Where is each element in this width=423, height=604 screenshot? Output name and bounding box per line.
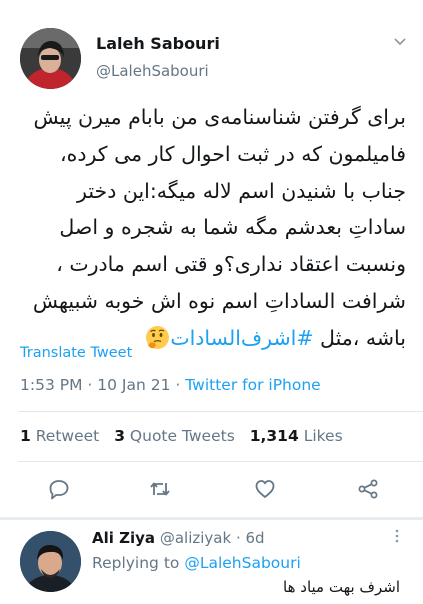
divider (18, 461, 423, 462)
meta-separator: · (175, 376, 186, 394)
tweet-meta: 1:53 PM · 10 Jan 21 · Twitter for iPhone (20, 376, 321, 394)
reply-icon[interactable] (48, 478, 70, 500)
share-icon[interactable] (357, 478, 379, 500)
quote-tweets-count: 3 (114, 427, 125, 445)
translate-tweet-link[interactable]: Translate Tweet (20, 345, 132, 361)
reply-author-avatar[interactable] (20, 531, 81, 592)
quote-tweets-label: Quote Tweets (129, 427, 235, 445)
reply-text: اشرف بهت میاد ها (283, 578, 400, 596)
retweets-label: Retweet (35, 427, 100, 445)
like-icon[interactable] (254, 478, 276, 500)
retweets-count: 1 (20, 427, 31, 445)
tweet-text-body: برای گرفتن شناسنامه‌ی من بابام میرن پیش … (32, 105, 406, 350)
tweet-detail: Laleh Sabouri @LalehSabouri برای گرفتن ش… (0, 0, 423, 520)
meta-separator: · (87, 376, 98, 394)
retweets-stat[interactable]: 1 Retweet (20, 427, 99, 445)
quote-tweets-stat[interactable]: 3 Quote Tweets (114, 427, 235, 445)
reply-header: Ali Ziya @aliziyak · 6d (92, 529, 265, 547)
author-name[interactable]: Laleh Sabouri (96, 34, 220, 53)
reply-author-name[interactable]: Ali Ziya (92, 529, 155, 547)
replying-to-label: Replying to (92, 554, 180, 572)
thinking-face-emoji-icon (145, 325, 170, 350)
likes-stat[interactable]: 1,314 Likes (250, 427, 343, 445)
divider (18, 411, 423, 412)
reply-tweet[interactable]: Ali Ziya @aliziyak · 6d Replying to @Lal… (0, 520, 423, 604)
likes-label: Likes (303, 427, 343, 445)
chevron-down-icon[interactable] (392, 34, 408, 48)
replying-to: Replying to @LalehSabouri (92, 554, 301, 572)
replying-to-mention[interactable]: @LalehSabouri (184, 554, 300, 572)
reply-author-handle[interactable]: @aliziyak (160, 529, 231, 547)
tweet-source-link[interactable]: Twitter for iPhone (185, 376, 320, 394)
likes-count: 1,314 (249, 427, 299, 445)
retweet-icon[interactable] (149, 478, 171, 500)
meta-separator: · (235, 529, 241, 547)
reply-age: 6d (245, 529, 265, 547)
tweet-stats: 1 Retweet 3 Quote Tweets 1,314 Likes (20, 427, 353, 445)
tweet-text: برای گرفتن شناسنامه‌ی من بابام میرن پیش … (18, 99, 406, 357)
tweet-actions (0, 478, 423, 502)
hashtag-link[interactable]: #اشرف‌السادات (170, 326, 313, 350)
more-options-icon[interactable] (393, 528, 401, 544)
author-avatar[interactable] (20, 28, 81, 89)
author-handle[interactable]: @LalehSabouri (96, 62, 209, 80)
tweet-time: 1:53 PM (20, 376, 83, 394)
tweet-date: 10 Jan 21 (97, 376, 171, 394)
